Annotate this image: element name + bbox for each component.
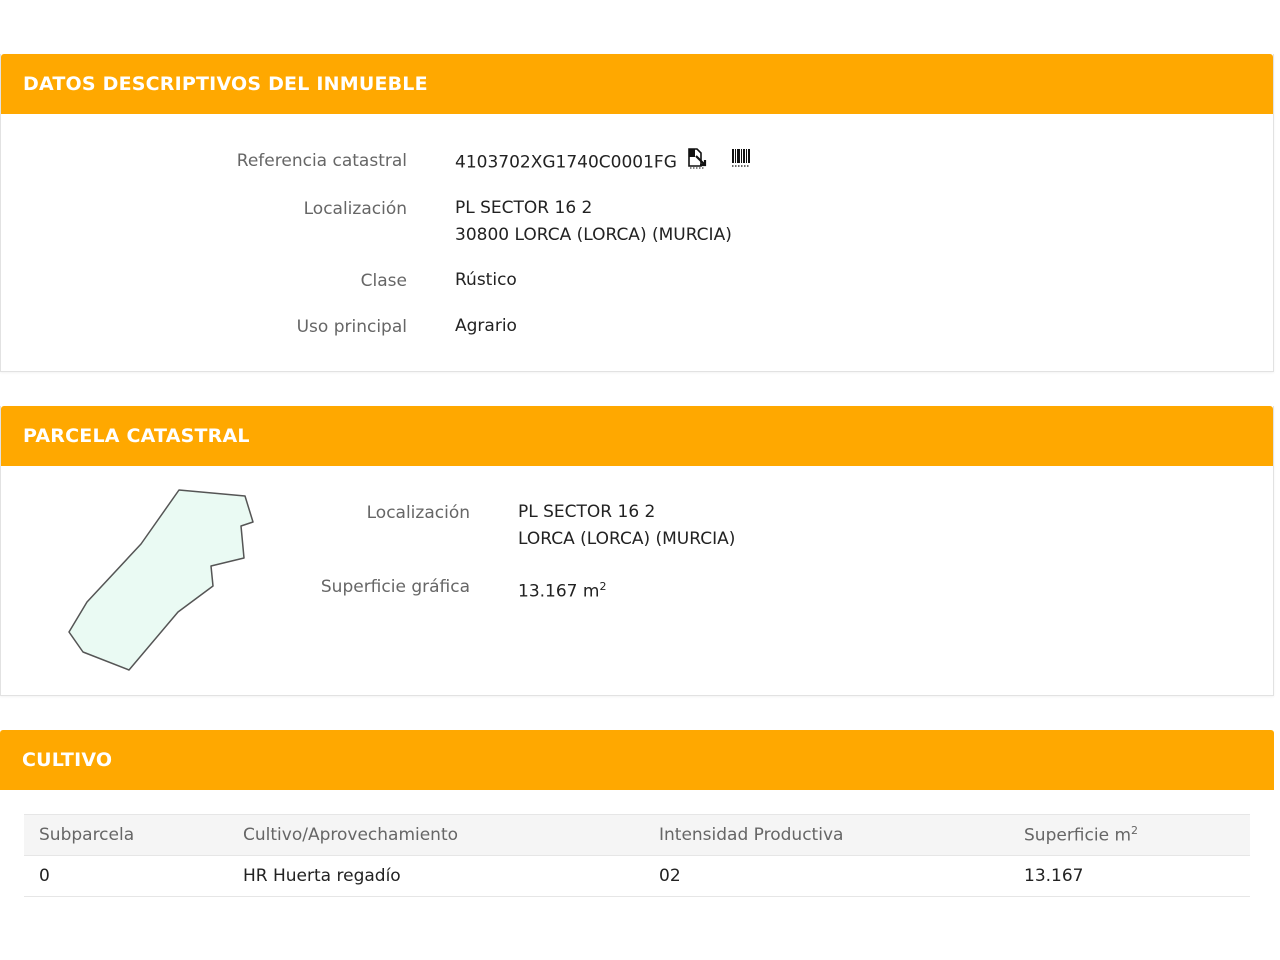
superficie-label: Superficie gráfica <box>320 577 470 597</box>
superficie-value: 13.167 m2 <box>518 573 606 606</box>
cultivo-panel: CULTIVO Subparcela Cultivo/Aprovechamien… <box>0 730 1274 912</box>
parcela-loc-value: PL SECTOR 16 2 LORCA (LORCA) (MURCIA) <box>518 499 735 553</box>
loc-line2: 30800 LORCA (LORCA) (MURCIA) <box>455 225 732 245</box>
uso-value: Agrario <box>455 316 517 336</box>
datos-panel: DATOS DESCRIPTIVOS DEL INMUEBLE Referenc… <box>0 54 1274 372</box>
col-superficie-exp: 2 <box>1131 824 1139 838</box>
clase-value: Rústico <box>455 270 517 290</box>
col-intensidad: Intensidad Productiva <box>644 814 1009 856</box>
copy-document-icon[interactable] <box>686 147 708 178</box>
superficie-number: 13.167 m <box>518 581 600 602</box>
uso-label: Uso principal <box>296 317 407 337</box>
ref-value: 4103702XG1740C0001FG <box>455 147 752 178</box>
cultivo-table: Subparcela Cultivo/Aprovechamiento Inten… <box>24 814 1250 897</box>
col-cultivo: Cultivo/Aprovechamiento <box>228 814 644 856</box>
col-superficie: Superficie m2 <box>1009 814 1250 856</box>
loc-value: PL SECTOR 16 2 30800 LORCA (LORCA) (MURC… <box>455 195 732 249</box>
barcode-icon[interactable] <box>730 147 752 178</box>
cell-superficie: 13.167 <box>1009 855 1250 897</box>
parcela-panel: PARCELA CATASTRAL Localización PL SECTOR… <box>0 406 1274 696</box>
loc-line1: PL SECTOR 16 2 <box>455 198 593 218</box>
cell-subparcela: 0 <box>24 855 228 897</box>
ref-label: Referencia catastral <box>236 151 407 171</box>
cell-intensidad: 02 <box>644 855 1009 897</box>
cell-cultivo: HR Huerta regadío <box>228 855 644 897</box>
col-superficie-text: Superficie m <box>1024 825 1132 846</box>
parcel-polygon <box>68 489 254 671</box>
clase-label: Clase <box>360 271 407 291</box>
parcel-shape-map[interactable] <box>41 480 301 690</box>
parcela-loc-line1: PL SECTOR 16 2 <box>518 502 656 522</box>
ref-text: 4103702XG1740C0001FG <box>455 152 677 173</box>
parcela-loc-label: Localización <box>366 503 470 523</box>
superficie-exp: 2 <box>599 580 607 593</box>
cultivo-header: CULTIVO <box>0 730 1274 790</box>
datos-header: DATOS DESCRIPTIVOS DEL INMUEBLE <box>1 54 1273 114</box>
table-row: 0 HR Huerta regadío 02 13.167 <box>24 855 1250 897</box>
col-subparcela: Subparcela <box>24 814 228 856</box>
loc-label: Localización <box>303 199 407 219</box>
parcela-loc-line2: LORCA (LORCA) (MURCIA) <box>518 529 736 549</box>
table-header-row: Subparcela Cultivo/Aprovechamiento Inten… <box>24 814 1250 856</box>
parcela-header: PARCELA CATASTRAL <box>1 406 1273 466</box>
